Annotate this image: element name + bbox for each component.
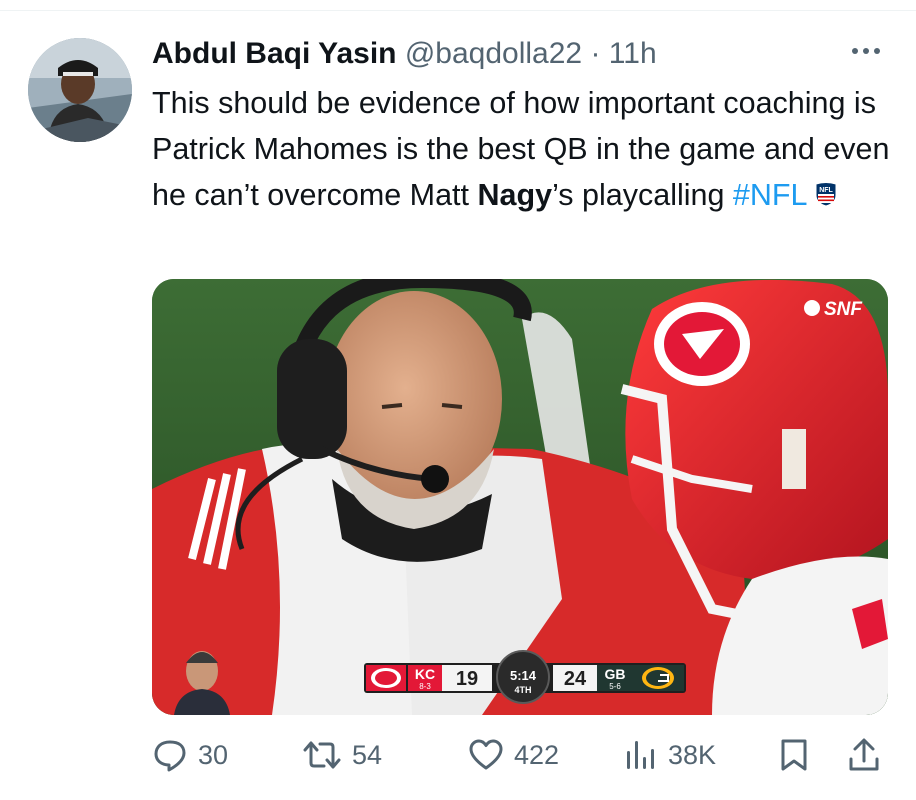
views-button[interactable]: 38K: [622, 730, 716, 780]
more-options-button[interactable]: [846, 38, 886, 64]
bookmark-button[interactable]: [778, 730, 810, 780]
reply-icon: [154, 740, 186, 772]
game-clock: 5:14: [510, 668, 537, 683]
views-chart-icon: [627, 741, 654, 769]
timestamp[interactable]: 11h: [609, 37, 657, 70]
avatar-photo: [28, 38, 132, 142]
home-record: 5-6: [609, 682, 621, 691]
reply-button[interactable]: 30: [152, 730, 228, 780]
retweet-icon: [303, 741, 341, 769]
separator-dot: ·: [590, 37, 601, 70]
tweet-text: This should be evidence of how important…: [152, 80, 892, 220]
hashtag-link[interactable]: #NFL: [733, 178, 808, 212]
retweet-count: 54: [352, 739, 383, 770]
away-team: KC: [415, 666, 435, 682]
tweet-media-image[interactable]: SNF KC 8-3 19 5:14 4TH 24 GB 5-6: [152, 279, 888, 715]
nfl-shield-emoji: NFL: [814, 174, 838, 220]
tweet-header: Abdul Baqi Yasin @baqdolla22 · 11h: [152, 36, 852, 72]
share-button[interactable]: [846, 730, 882, 780]
top-divider: [0, 10, 916, 11]
reply-count: 30: [198, 739, 229, 770]
like-count: 422: [514, 739, 560, 770]
network-bug-text: SNF: [824, 299, 863, 320]
author-name[interactable]: Abdul Baqi Yasin: [152, 37, 397, 70]
tweet-text-bold: Nagy: [477, 178, 553, 212]
retweet-button[interactable]: 54: [302, 730, 382, 780]
share-icon: [849, 738, 879, 771]
avatar[interactable]: [28, 38, 132, 142]
tweet-actions: 30 54 422 38K: [0, 730, 916, 780]
view-count: 38K: [668, 739, 717, 770]
author-handle[interactable]: @baqdolla22: [405, 37, 582, 70]
quarter: 4TH: [514, 685, 531, 695]
away-record: 8-3: [419, 682, 431, 691]
football-photo: SNF KC 8-3 19 5:14 4TH 24 GB 5-6: [152, 279, 888, 715]
svg-text:NFL: NFL: [819, 187, 833, 194]
like-button[interactable]: 422: [468, 730, 559, 780]
more-horizontal-icon: [852, 48, 880, 54]
home-team: GB: [605, 666, 626, 682]
tweet-text-part: ’s playcalling: [552, 178, 733, 212]
heart-icon: [469, 739, 503, 770]
bookmark-icon: [781, 739, 807, 771]
home-score: 24: [564, 668, 587, 690]
away-score: 19: [456, 668, 478, 690]
